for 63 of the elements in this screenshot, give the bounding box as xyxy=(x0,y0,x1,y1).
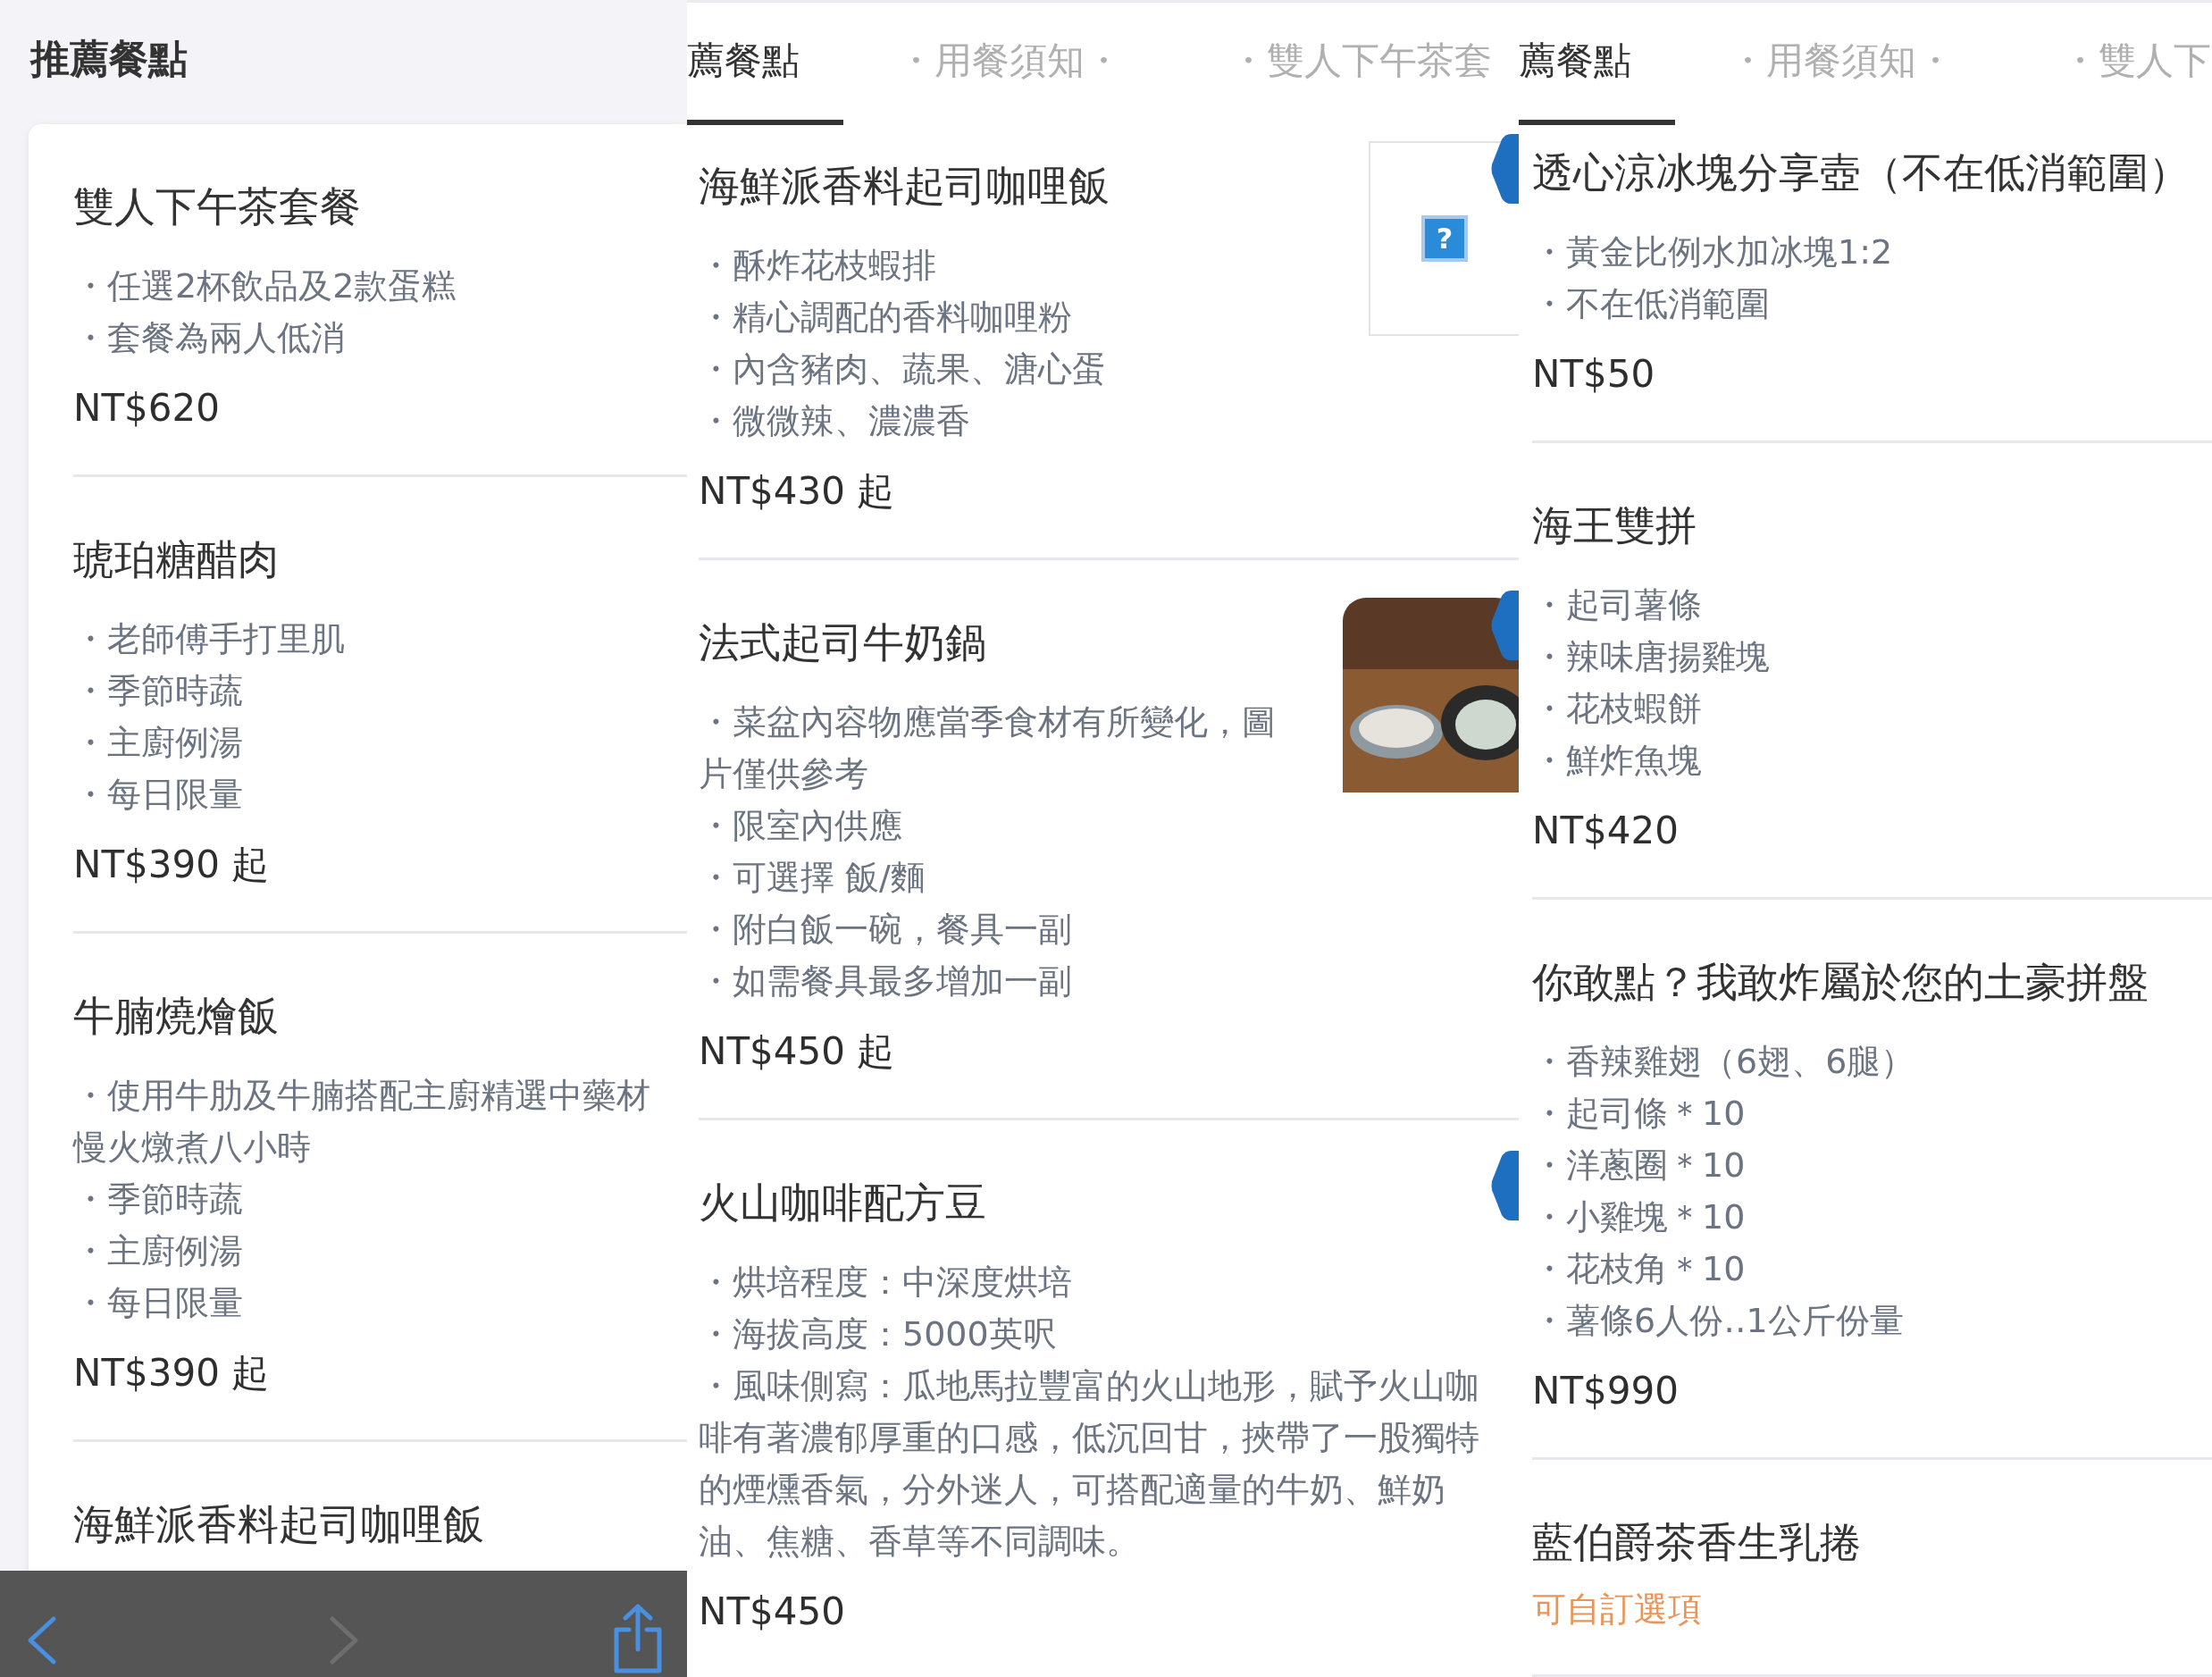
dish-price: NT$390 起 xyxy=(73,842,271,888)
dish-title: 海鮮派香料起司咖哩飯 xyxy=(73,1499,485,1550)
dish-detail: ・使用牛肋及牛腩搭配主廚精選中藥材慢火燉煮八小時 xyxy=(73,1075,651,1169)
dish-detail: ・如需餐具最多增加一副 xyxy=(699,960,1073,1002)
dish-detail: ・老師傅手打里肌 xyxy=(73,618,346,660)
dish-detail: ・酥炸花枝蝦排 xyxy=(699,245,937,287)
dish-detail: ・小雞塊＊10 xyxy=(1532,1196,1747,1238)
dish-price: NT$990 xyxy=(1532,1368,1680,1414)
dish-detail: ・花枝角＊10 xyxy=(1532,1248,1747,1290)
dish-detail: ・微微辣、濃濃香 xyxy=(699,400,971,442)
dish-detail: ・風味側寫：瓜地馬拉豐富的火山地形，賦予火山咖啡有著濃郁厚重的口感，低沉回甘，挾帶了一股獨特的煙燻香氣，分外迷人，可搭配適量的牛奶、鮮奶油、焦糖、香草等不同調味。 xyxy=(699,1365,1480,1563)
dish-title: 牛腩燒燴飯 xyxy=(73,991,280,1042)
dish-title: 琥珀糖醋肉 xyxy=(73,534,280,585)
dish-detail: ・可選擇 飯/麵 xyxy=(699,857,926,899)
dish-detail: ・主廚例湯 xyxy=(73,1230,244,1272)
dish-detail: ・附白飯一碗，餐具一副 xyxy=(699,909,1073,951)
dish-title: 你敢點？我敢炸屬於您的土豪拼盤 xyxy=(1532,957,2149,1008)
dish-price: NT$450 起 xyxy=(699,1028,896,1075)
dish-price: NT$50 xyxy=(1532,351,1656,398)
dish-detail: ・洋蔥圈＊10 xyxy=(1532,1145,1747,1186)
dish-detail: ・任選2杯飲品及2款蛋糕 xyxy=(73,265,457,307)
dish-detail: ・季節時蔬 xyxy=(73,1178,244,1220)
dish-detail: ・起司條＊10 xyxy=(1532,1093,1747,1135)
dish-price: NT$450 xyxy=(699,1589,846,1635)
dish-detail: ・烘培程度：中深度烘培 xyxy=(699,1262,1073,1304)
dish-detail: ・每日限量 xyxy=(73,774,244,816)
option-label: 可自訂選項 xyxy=(1532,1589,1703,1631)
dish-detail: ・精心調配的香料咖哩粉 xyxy=(699,297,1073,339)
dish-detail: ・起司薯條 xyxy=(1532,584,1703,626)
dish-detail: ・內含豬肉、蔬果、溏心蛋 xyxy=(699,348,1107,390)
dish-detail: ・不在低消範圍 xyxy=(1532,283,1771,325)
category-tab[interactable]: ・用餐須知・ xyxy=(1675,3,2007,125)
dish-detail: ・香辣雞翅（6翅、6腿） xyxy=(1532,1041,1916,1083)
dish-detail: ・主廚例湯 xyxy=(73,722,244,764)
category-tab[interactable]: 薦餐點 xyxy=(687,3,843,125)
dish-title: 火山咖啡配方豆 xyxy=(699,1178,987,1228)
category-tab[interactable]: 薦餐點 xyxy=(1519,3,1675,125)
dish-title: 藍伯爵茶香生乳捲 xyxy=(1532,1517,1862,1568)
dish-detail: ・辣味唐揚雞塊 xyxy=(1532,636,1771,678)
dish-detail: ・黃金比例水加冰塊1:2 xyxy=(1532,231,1894,273)
dish-detail: ・限室內供應 xyxy=(699,805,903,847)
dish-price: NT$620 xyxy=(73,385,221,432)
missing-image-icon: ? xyxy=(1421,215,1468,262)
dish-detail: ・花枝蝦餅 xyxy=(1532,688,1703,730)
dish-detail: ・鮮炸魚塊 xyxy=(1532,740,1703,782)
dish-title: 海王雙拼 xyxy=(1532,500,1697,551)
category-tab[interactable]: ・雙人下 xyxy=(2007,3,2212,125)
dish-price: NT$390 起 xyxy=(73,1350,271,1396)
dish-detail: ・套餐為兩人低消 xyxy=(73,317,346,359)
dish-price: NT$430 起 xyxy=(699,468,896,515)
dish-detail: ・海拔高度：5000英呎 xyxy=(699,1313,1058,1355)
dish-detail: ・薯條6人份‥1公斤份量 xyxy=(1532,1300,1905,1342)
category-tab[interactable]: ・雙人下午茶套 xyxy=(1176,3,1519,125)
dish-detail: ・每日限量 xyxy=(73,1282,244,1324)
dish-detail: ・菜盆內容物應當季食材有所變化，圖片僅供參考 xyxy=(699,701,1277,795)
dish-title: 法式起司牛奶鍋 xyxy=(699,617,987,668)
page-title: 推薦餐點 xyxy=(29,35,189,83)
category-tab[interactable]: ・用餐須知・ xyxy=(843,3,1176,125)
dish-price: NT$420 xyxy=(1532,808,1680,854)
dish-title: 雙人下午茶套餐 xyxy=(73,181,362,232)
dish-title: 透心涼冰塊分享壺（不在低消範圍） xyxy=(1532,147,2191,198)
dish-detail: ・季節時蔬 xyxy=(73,670,244,712)
dish-title: 海鮮派香料起司咖哩飯 xyxy=(699,161,1110,212)
